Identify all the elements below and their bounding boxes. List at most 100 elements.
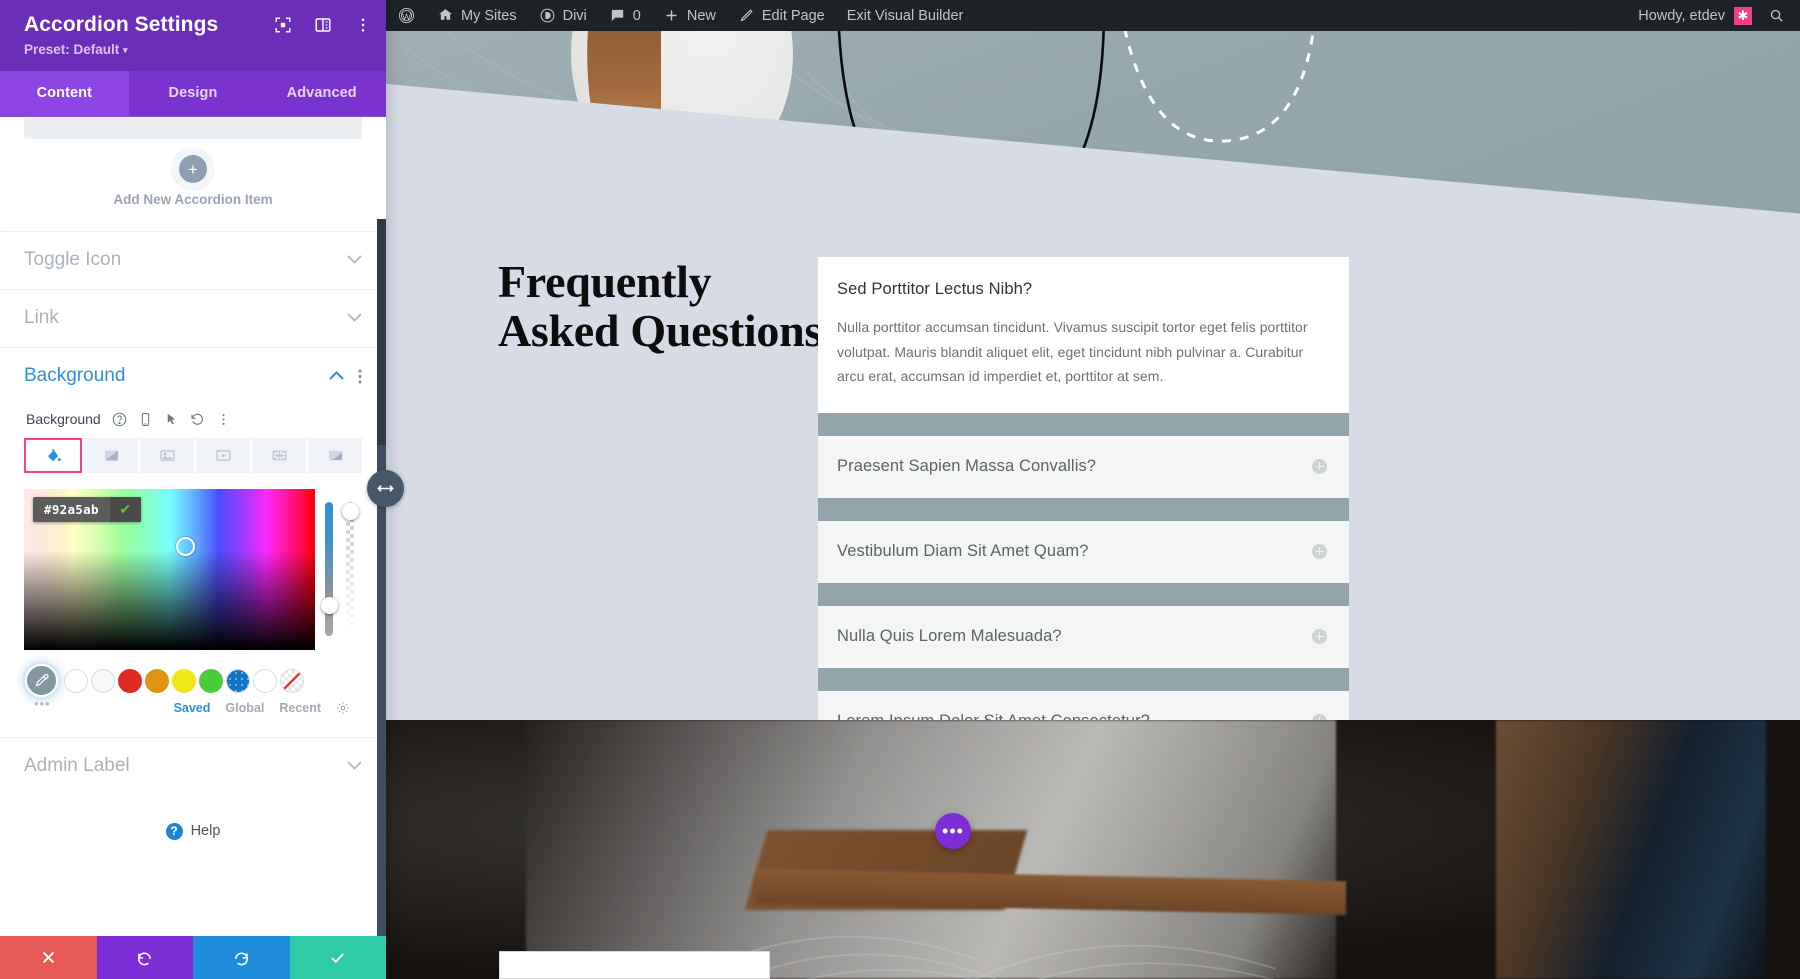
adminbar-divi[interactable]: Divi bbox=[528, 0, 598, 31]
plus-icon[interactable] bbox=[1312, 543, 1327, 559]
hex-input-chip[interactable]: #92a5ab ✔ bbox=[33, 497, 141, 523]
chevron-down-icon[interactable] bbox=[347, 759, 362, 773]
accordion-item-closed[interactable]: Nulla Quis Lorem Malesuada? bbox=[818, 605, 1349, 668]
panel-preset-selector[interactable]: Preset: Default ▾ bbox=[24, 42, 368, 57]
more-vertical-icon[interactable] bbox=[216, 412, 231, 427]
background-field-label: Background bbox=[26, 411, 101, 428]
pattern-icon bbox=[272, 450, 286, 461]
chevron-down-icon[interactable] bbox=[347, 311, 362, 325]
chevron-up-icon[interactable] bbox=[329, 369, 344, 383]
swatch-blue[interactable] bbox=[226, 668, 250, 693]
plus-icon[interactable]: + bbox=[179, 155, 207, 184]
check-icon bbox=[331, 953, 345, 964]
cancel-button[interactable] bbox=[0, 936, 97, 979]
background-mask-tab[interactable] bbox=[308, 438, 362, 474]
adminbar-edit-page[interactable]: Edit Page bbox=[727, 0, 836, 31]
adminbar-my-sites-label: My Sites bbox=[461, 7, 517, 24]
panel-scrollbar-thumb[interactable] bbox=[377, 445, 386, 936]
accordion-question: Vestibulum Diam Sit Amet Quam? bbox=[837, 541, 1089, 560]
hover-icon[interactable] bbox=[164, 412, 179, 427]
help-link[interactable]: ? Help bbox=[0, 795, 386, 840]
redo-button[interactable] bbox=[193, 936, 290, 979]
redo-icon bbox=[234, 952, 248, 966]
bottom-image-person bbox=[1496, 720, 1766, 979]
help-icon: ? bbox=[165, 822, 183, 840]
palette-tabs: Saved Global Recent bbox=[24, 701, 362, 715]
saturation-cursor[interactable] bbox=[176, 537, 195, 557]
layout-icon[interactable] bbox=[314, 16, 332, 34]
undo-button[interactable] bbox=[96, 936, 193, 979]
panel-resize-handle[interactable] bbox=[367, 470, 404, 507]
swatch-red[interactable] bbox=[118, 668, 142, 693]
swatch-white[interactable] bbox=[64, 668, 88, 693]
background-video-tab[interactable] bbox=[196, 438, 250, 474]
accordion-item-stub[interactable] bbox=[24, 117, 362, 140]
section-title: Background bbox=[24, 365, 126, 387]
tab-content[interactable]: Content bbox=[0, 71, 129, 117]
plus-icon[interactable] bbox=[1312, 458, 1327, 474]
hero-image bbox=[386, 31, 1800, 231]
hue-slider[interactable] bbox=[325, 502, 333, 637]
alpha-slider-handle[interactable] bbox=[341, 503, 359, 521]
adminbar-new[interactable]: New bbox=[652, 0, 727, 31]
add-new-accordion-item[interactable]: + Add New Accordion Item bbox=[0, 139, 386, 231]
bottom-white-panel bbox=[499, 951, 770, 979]
adminbar-exit-visual-builder[interactable]: Exit Visual Builder bbox=[836, 0, 975, 31]
swatch-transparent[interactable] bbox=[280, 668, 304, 693]
section-admin-label[interactable]: Admin Label bbox=[0, 736, 386, 795]
hue-slider-handle[interactable] bbox=[320, 597, 338, 615]
gear-icon[interactable] bbox=[336, 701, 350, 715]
accordion-answer: Nulla porttitor accumsan tincidunt. Viva… bbox=[837, 319, 1308, 385]
search-icon bbox=[1770, 9, 1783, 22]
background-pattern-tab[interactable] bbox=[252, 438, 306, 474]
save-button[interactable] bbox=[289, 936, 386, 979]
background-image-tab[interactable] bbox=[140, 438, 194, 474]
background-gradient-tab[interactable] bbox=[84, 438, 138, 474]
saturation-area[interactable]: #92a5ab ✔ bbox=[24, 489, 315, 651]
hex-confirm-button[interactable]: ✔ bbox=[109, 497, 141, 523]
swatch-white-2[interactable] bbox=[253, 668, 277, 693]
page-settings-fab-button[interactable]: ••• bbox=[935, 813, 971, 849]
accordion-divider bbox=[818, 412, 1349, 436]
adminbar-search-button[interactable] bbox=[1763, 8, 1800, 23]
eyedropper-button[interactable] bbox=[25, 664, 58, 698]
hex-input[interactable]: #92a5ab bbox=[33, 497, 110, 523]
help-icon[interactable] bbox=[112, 412, 127, 427]
section-link[interactable]: Link bbox=[0, 289, 386, 347]
adminbar-comments[interactable]: 0 bbox=[598, 0, 652, 31]
palette-tab-global[interactable]: Global bbox=[225, 701, 264, 715]
section-background[interactable]: Background bbox=[0, 347, 386, 405]
swatch-orange[interactable] bbox=[145, 668, 169, 693]
avatar: ✱ bbox=[1734, 6, 1752, 25]
paint-bucket-icon bbox=[47, 448, 61, 462]
responsive-icon[interactable] bbox=[138, 412, 153, 427]
chevron-down-icon[interactable] bbox=[347, 253, 362, 267]
swatch-yellow[interactable] bbox=[172, 668, 196, 693]
accordion-item-closed[interactable]: Vestibulum Diam Sit Amet Quam? bbox=[818, 520, 1349, 583]
adminbar-howdy[interactable]: Howdy, etdev ✱ bbox=[1627, 6, 1763, 25]
panel-header: Accordion Settings Preset: Default ▾ bbox=[0, 0, 386, 72]
more-vertical-icon[interactable] bbox=[354, 16, 372, 34]
palette-tab-recent[interactable]: Recent bbox=[279, 701, 321, 715]
gradient-icon bbox=[104, 450, 118, 461]
adminbar-edit-page-label: Edit Page bbox=[761, 7, 825, 24]
focus-icon[interactable] bbox=[274, 16, 292, 34]
alpha-slider[interactable] bbox=[346, 502, 354, 637]
color-picker[interactable]: #92a5ab ✔ bbox=[24, 489, 362, 651]
palette-tab-saved[interactable]: Saved bbox=[174, 701, 211, 715]
swatch-offwhite[interactable] bbox=[91, 668, 115, 693]
tab-advanced[interactable]: Advanced bbox=[257, 71, 386, 116]
adminbar-wordpress-logo[interactable] bbox=[386, 0, 426, 31]
swatch-green[interactable] bbox=[199, 668, 223, 693]
plus-icon[interactable] bbox=[1312, 628, 1327, 644]
reset-icon[interactable] bbox=[190, 412, 205, 427]
more-vertical-icon[interactable] bbox=[358, 369, 362, 384]
accordion-item-closed[interactable]: Praesent Sapien Massa Convallis? bbox=[818, 435, 1349, 498]
accordion-item-open[interactable]: Sed Porttitor Lectus Nibh? Nulla porttit… bbox=[818, 257, 1349, 413]
section-title: Admin Label bbox=[24, 754, 130, 776]
section-toggle-icon[interactable]: Toggle Icon bbox=[0, 231, 386, 289]
tab-design[interactable]: Design bbox=[129, 71, 258, 116]
pencil-icon bbox=[740, 9, 753, 22]
adminbar-my-sites[interactable]: My Sites bbox=[426, 0, 528, 31]
background-color-tab[interactable] bbox=[24, 438, 82, 474]
